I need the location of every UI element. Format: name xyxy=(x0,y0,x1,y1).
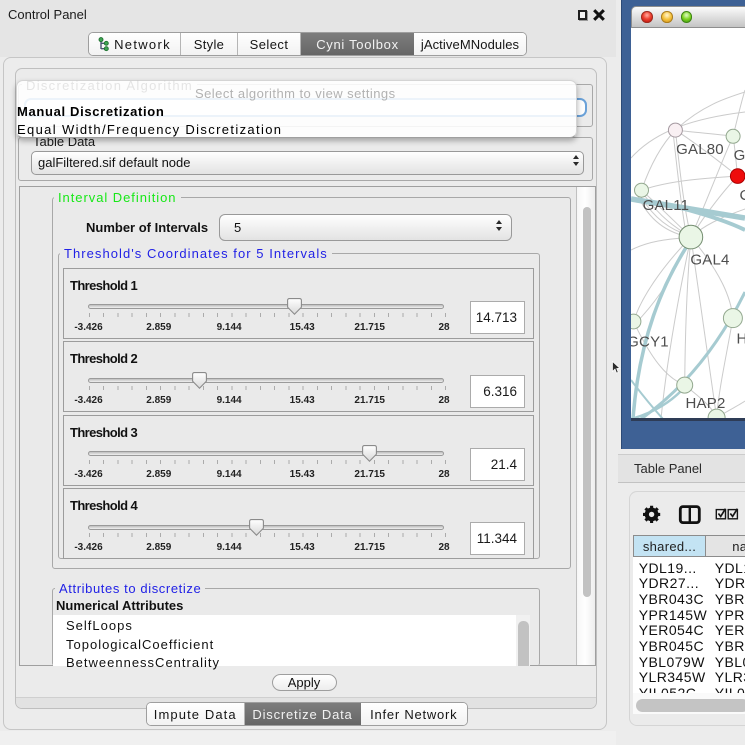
svg-text:GAL4: GAL4 xyxy=(690,251,729,268)
svg-text:C: C xyxy=(740,187,745,204)
svg-text:GAL11: GAL11 xyxy=(643,197,690,214)
svg-text:GA: GA xyxy=(734,147,745,164)
svg-text:HAP2: HAP2 xyxy=(686,394,726,411)
svg-text:HI: HI xyxy=(737,330,745,347)
svg-text:GCY1: GCY1 xyxy=(631,333,669,350)
svg-text:GAL80: GAL80 xyxy=(676,141,724,158)
